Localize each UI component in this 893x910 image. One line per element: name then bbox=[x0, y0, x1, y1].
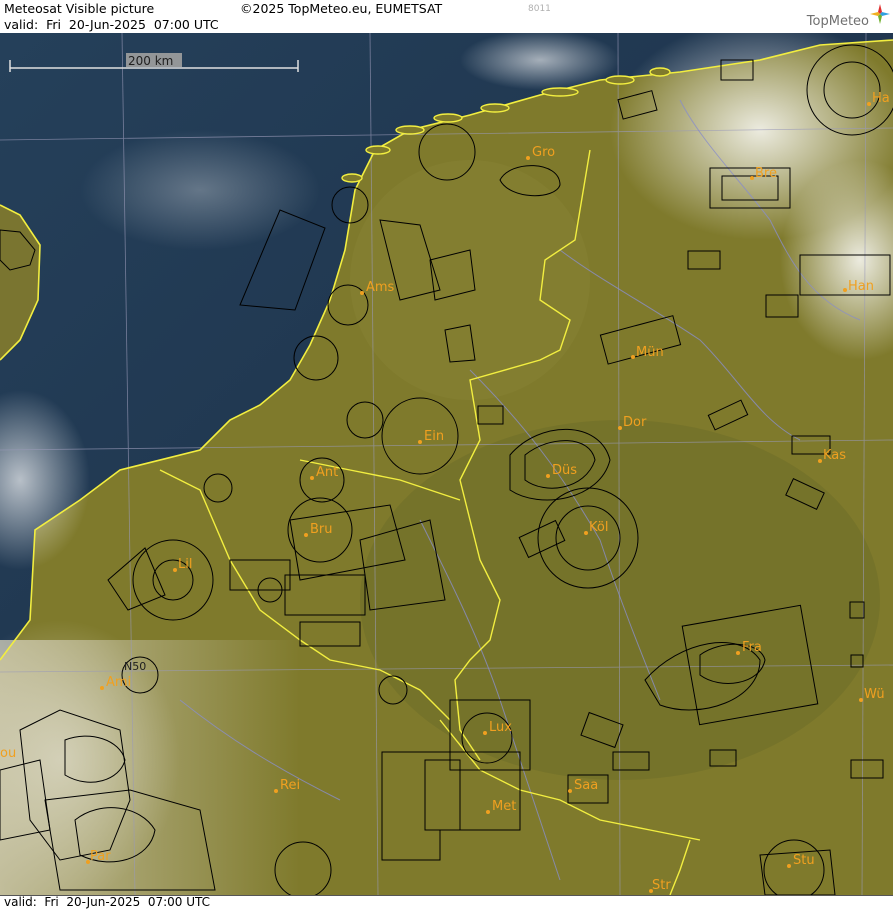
city-koe[interactable]: Köl bbox=[589, 520, 608, 535]
city-ams[interactable]: Ams bbox=[366, 280, 395, 295]
city-dor[interactable]: Dor bbox=[623, 415, 647, 430]
valid-time: valid: Fri 20-Jun-2025 07:00 UTC bbox=[4, 17, 219, 32]
city-stu[interactable]: Stu bbox=[793, 853, 815, 868]
city-rei[interactable]: Rei bbox=[280, 778, 300, 793]
scale-label: 200 km bbox=[128, 54, 173, 68]
city-lux[interactable]: Lux bbox=[489, 720, 512, 735]
cloud-sea-2 bbox=[80, 130, 320, 250]
city-str[interactable]: Str bbox=[652, 878, 671, 893]
brand-name: TopMeteo bbox=[806, 14, 869, 29]
city-lil[interactable]: Lil bbox=[178, 557, 192, 572]
airspace-label-n50: N50 bbox=[124, 660, 146, 673]
city-saa[interactable]: Saa bbox=[574, 778, 598, 793]
header-bar: Meteosat Visible picture ©2025 TopMeteo.… bbox=[0, 0, 893, 34]
copyright: ©2025 TopMeteo.eu, EUMETSAT bbox=[240, 1, 443, 16]
city-han[interactable]: Han bbox=[848, 279, 874, 294]
footer-valid-time: valid: Fri 20-Jun-2025 07:00 UTC bbox=[4, 895, 211, 909]
city-met[interactable]: Met bbox=[492, 799, 516, 814]
haze-southwest bbox=[0, 640, 300, 895]
city-fra[interactable]: Fra bbox=[742, 640, 762, 655]
city-ant[interactable]: Ant bbox=[316, 465, 338, 480]
footer-bar: valid: Fri 20-Jun-2025 07:00 UTC bbox=[0, 895, 893, 910]
map-window: Meteosat Visible picture ©2025 TopMeteo.… bbox=[0, 0, 893, 910]
city-gro[interactable]: Gro bbox=[532, 145, 555, 160]
city-ou[interactable]: ou bbox=[0, 746, 16, 761]
satellite-map[interactable]: 200 km Gro Ams Ein Ant Bru Lil Ami Rei P… bbox=[0, 33, 893, 895]
city-wue[interactable]: Wü bbox=[864, 687, 885, 702]
city-due[interactable]: Düs bbox=[552, 463, 577, 478]
city-bru[interactable]: Bru bbox=[310, 522, 333, 537]
city-ein[interactable]: Ein bbox=[424, 429, 444, 444]
city-mue[interactable]: Mün bbox=[636, 345, 664, 360]
product-code: 8011 bbox=[528, 4, 551, 14]
city-bre[interactable]: Bre bbox=[755, 166, 777, 181]
city-kas[interactable]: Kas bbox=[823, 448, 846, 463]
map-canvas: 200 km Gro Ams Ein Ant Bru Lil Ami Rei P… bbox=[0, 33, 893, 895]
city-ham[interactable]: Ha bbox=[872, 91, 890, 106]
city-par[interactable]: Par bbox=[90, 849, 111, 864]
city-ami[interactable]: Ami bbox=[106, 675, 131, 690]
map-title: Meteosat Visible picture bbox=[4, 1, 155, 16]
compass-logo-icon bbox=[870, 4, 890, 24]
